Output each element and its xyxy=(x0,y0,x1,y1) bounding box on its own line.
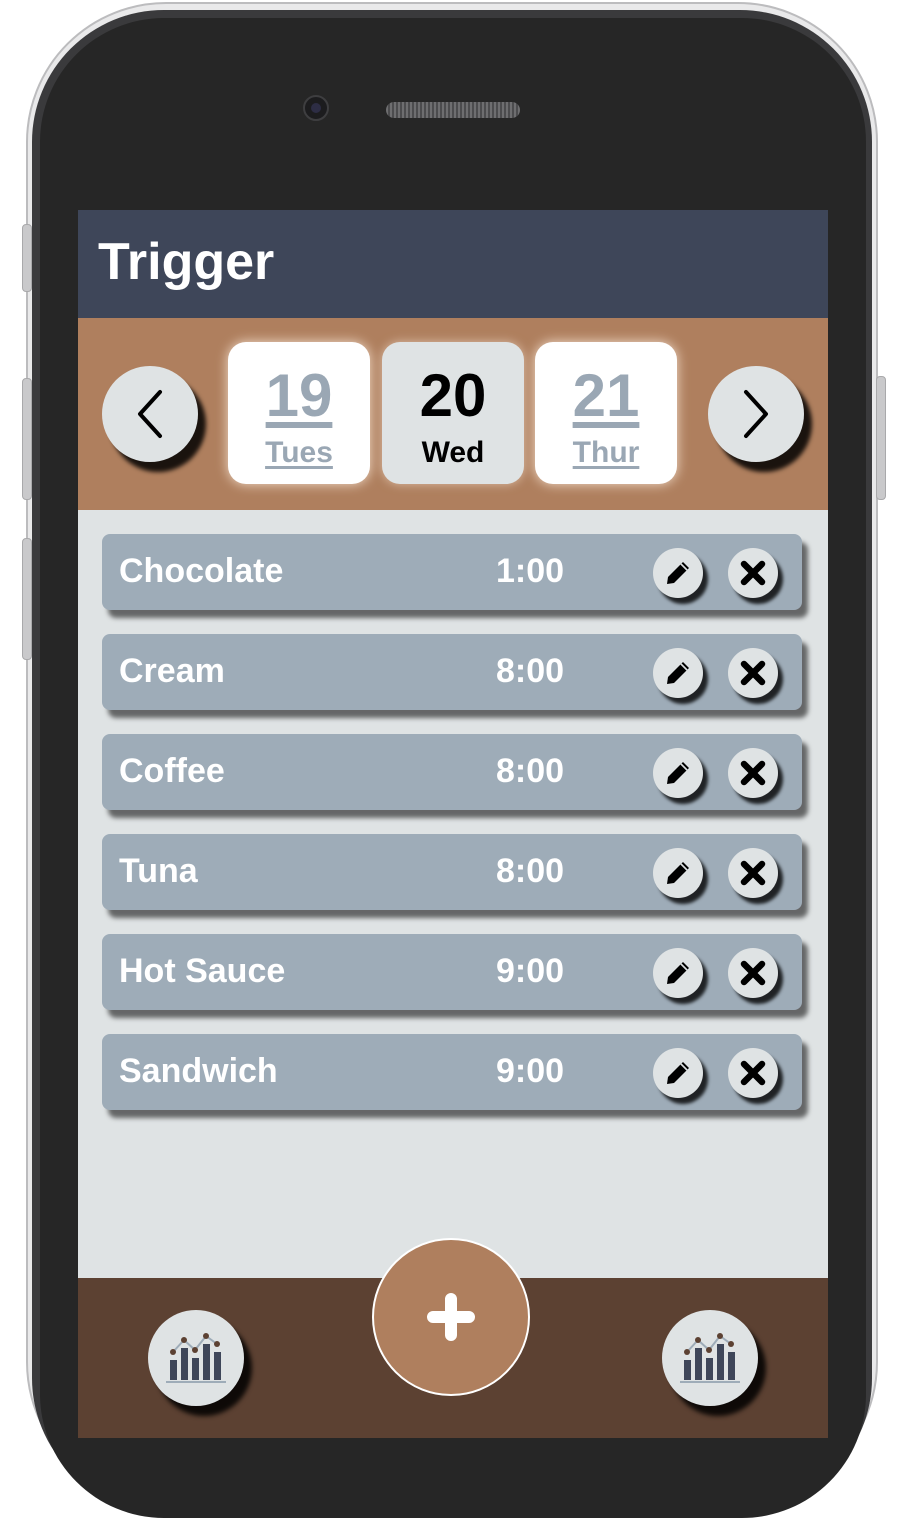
trigger-row[interactable]: Tuna 8:00 xyxy=(102,834,802,910)
date-day-label: Thur xyxy=(572,436,640,469)
trigger-time: 9:00 xyxy=(496,1052,565,1090)
close-icon xyxy=(740,560,766,586)
volume-up-button xyxy=(22,378,32,500)
app-title: Trigger xyxy=(98,233,275,291)
close-icon xyxy=(740,1060,766,1086)
edit-button[interactable] xyxy=(653,548,703,598)
close-icon xyxy=(740,660,766,686)
date-card-19[interactable]: 19 Tues xyxy=(228,342,370,484)
delete-button[interactable] xyxy=(728,548,778,598)
trigger-row[interactable]: Sandwich 9:00 xyxy=(102,1034,802,1110)
trigger-name: Tuna xyxy=(119,852,198,890)
date-card-20-selected[interactable]: 20 Wed xyxy=(382,342,524,484)
delete-button[interactable] xyxy=(728,848,778,898)
trigger-time: 8:00 xyxy=(496,852,565,890)
trigger-row[interactable]: Hot Sauce 9:00 xyxy=(102,934,802,1010)
delete-button[interactable] xyxy=(728,748,778,798)
stats-button-left[interactable] xyxy=(148,1310,244,1406)
delete-button[interactable] xyxy=(728,948,778,998)
close-icon xyxy=(740,860,766,886)
earpiece-speaker xyxy=(386,102,520,118)
trigger-time: 8:00 xyxy=(496,752,565,790)
trigger-row[interactable]: Cream 8:00 xyxy=(102,634,802,710)
bar-chart-icon xyxy=(166,1333,226,1383)
date-number: 20 xyxy=(419,362,487,429)
date-day-label: Tues xyxy=(265,436,333,469)
edit-button[interactable] xyxy=(653,648,703,698)
chevron-left-icon xyxy=(138,390,162,438)
trigger-time: 8:00 xyxy=(496,652,565,690)
pencil-icon xyxy=(667,662,689,684)
chevron-right-icon xyxy=(744,390,768,438)
date-day-label: Wed xyxy=(421,436,485,469)
pencil-icon xyxy=(667,1062,689,1084)
bar-chart-icon xyxy=(680,1333,740,1383)
app-header: Trigger xyxy=(78,210,828,318)
trigger-name: Chocolate xyxy=(119,552,284,590)
date-card-21[interactable]: 21 Thur xyxy=(535,342,677,484)
date-number: 21 xyxy=(572,362,640,429)
edit-button[interactable] xyxy=(653,1048,703,1098)
pencil-icon xyxy=(667,762,689,784)
edit-button[interactable] xyxy=(653,748,703,798)
pencil-icon xyxy=(667,562,689,584)
date-number: 19 xyxy=(265,362,333,429)
app-screen: Trigger 19 Tues 20 Wed 21 Thur Chocolate… xyxy=(78,210,828,1438)
trigger-name: Coffee xyxy=(119,752,225,790)
delete-button[interactable] xyxy=(728,1048,778,1098)
trigger-row[interactable]: Coffee 8:00 xyxy=(102,734,802,810)
plus-icon xyxy=(427,1293,475,1341)
trigger-row[interactable]: Chocolate 1:00 xyxy=(102,534,802,610)
edit-button[interactable] xyxy=(653,848,703,898)
power-button xyxy=(876,376,886,500)
mute-switch xyxy=(22,224,32,292)
prev-day-button[interactable] xyxy=(102,366,198,462)
next-day-button[interactable] xyxy=(708,366,804,462)
close-icon xyxy=(740,960,766,986)
add-trigger-button[interactable] xyxy=(372,1238,530,1396)
close-icon xyxy=(740,760,766,786)
front-camera xyxy=(303,95,329,121)
stats-button-right[interactable] xyxy=(662,1310,758,1406)
trigger-name: Hot Sauce xyxy=(119,952,286,990)
trigger-name: Sandwich xyxy=(119,1052,278,1090)
delete-button[interactable] xyxy=(728,648,778,698)
date-navigator: 19 Tues 20 Wed 21 Thur xyxy=(78,318,828,510)
volume-down-button xyxy=(22,538,32,660)
trigger-time: 1:00 xyxy=(496,552,565,590)
trigger-name: Cream xyxy=(119,652,225,690)
edit-button[interactable] xyxy=(653,948,703,998)
pencil-icon xyxy=(667,962,689,984)
trigger-time: 9:00 xyxy=(496,952,565,990)
pencil-icon xyxy=(667,862,689,884)
